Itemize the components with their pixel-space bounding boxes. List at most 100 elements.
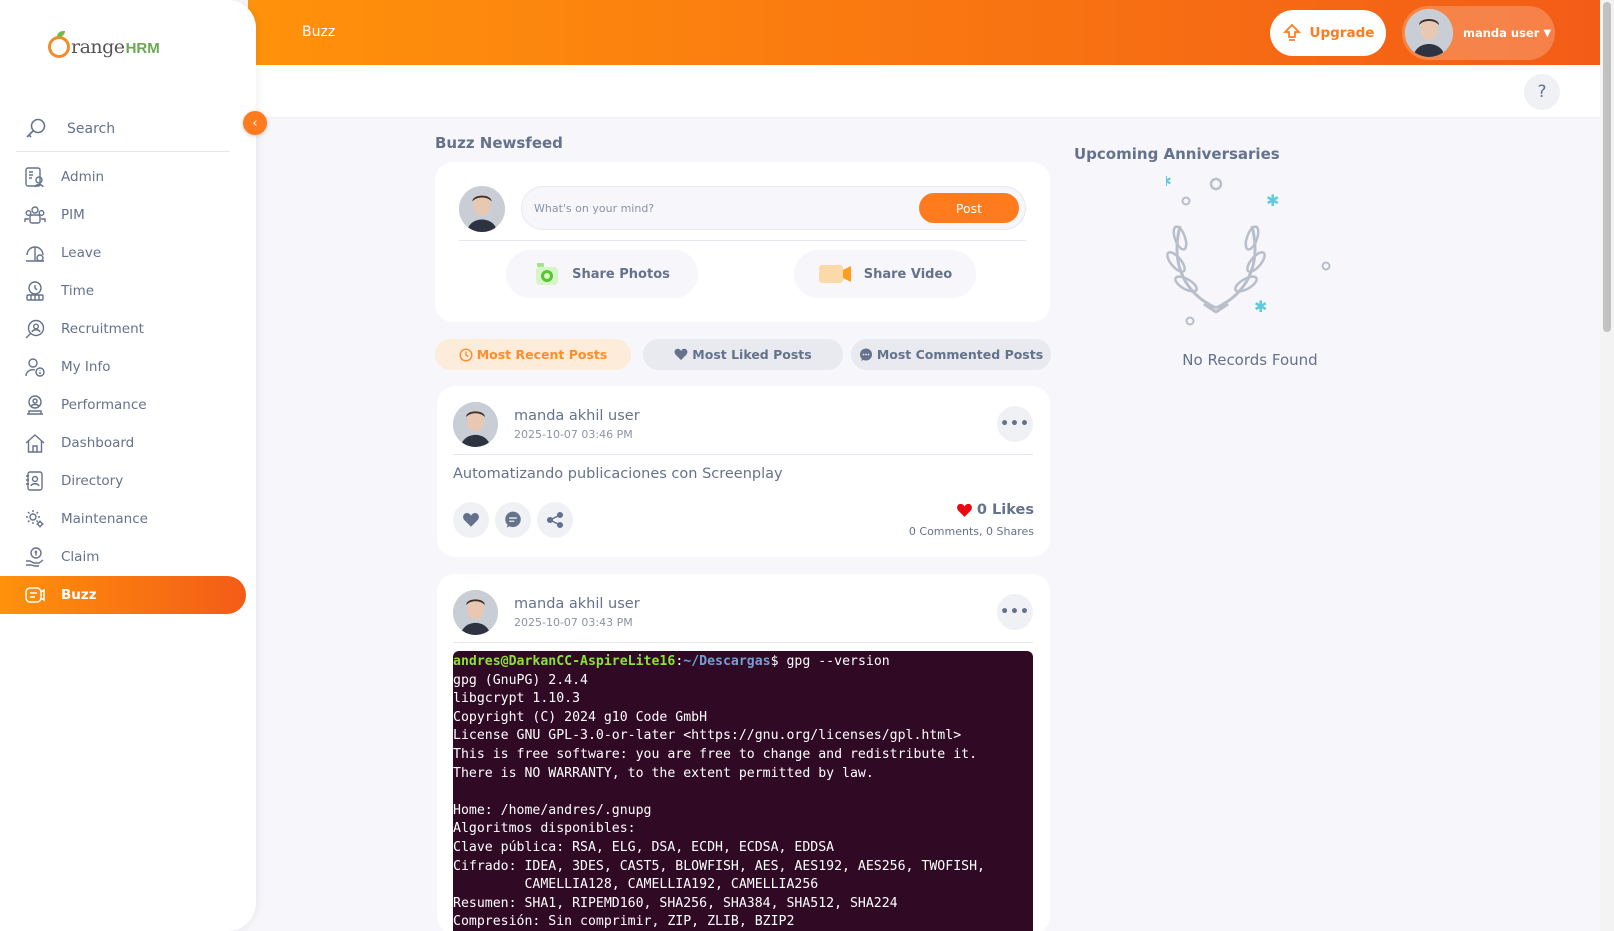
search-icon — [23, 116, 49, 142]
recruitment-icon — [23, 317, 47, 341]
tab-label: Most Commented Posts — [876, 347, 1044, 362]
post-composer: Post Share Photos Share Video — [435, 162, 1050, 322]
shares-count[interactable]: 0 Shares — [986, 525, 1034, 538]
svg-text:✱: ✱ — [1266, 191, 1279, 210]
sidebar-item-dashboard[interactable]: Dashboard — [0, 424, 246, 462]
heart-icon — [674, 348, 688, 361]
sidebar-item-label: Admin — [61, 169, 105, 185]
post-button[interactable]: Post — [919, 193, 1019, 223]
post-text-input[interactable] — [534, 187, 914, 229]
sidebar-item-label: Buzz — [61, 587, 97, 603]
svg-text:✱: ✱ — [1166, 176, 1172, 190]
sidebar-item-recruitment[interactable]: Recruitment — [0, 310, 246, 348]
user-dropdown[interactable]: manda user ▼ — [1402, 6, 1555, 60]
main-menu: Admin PIM Leave Time Recruitment My Info… — [0, 158, 246, 614]
laurel-wreath-illustration: ✱ ✱ ✱ ✱ — [1144, 174, 1334, 336]
sidebar-item-my-info[interactable]: My Info — [0, 348, 246, 386]
sidebar-search[interactable]: Search — [16, 106, 230, 152]
share-video-button[interactable]: Share Video — [794, 250, 976, 298]
upgrade-button[interactable]: Upgrade — [1270, 10, 1386, 56]
sidebar-item-label: Dashboard — [61, 435, 135, 451]
comment-icon — [504, 511, 522, 529]
sidebar-item-label: My Info — [61, 359, 111, 375]
sidebar-item-maintenance[interactable]: Maintenance — [0, 500, 246, 538]
post-card: manda akhil user 2025-10-07 03:43 PM •••… — [437, 574, 1050, 931]
share-video-label: Share Video — [863, 266, 953, 282]
performance-icon — [23, 393, 47, 417]
post-divider — [453, 642, 1033, 643]
claim-icon — [23, 545, 47, 569]
page-scrollbar[interactable] — [1600, 0, 1614, 931]
video-camera-icon — [818, 263, 852, 285]
post-card: manda akhil user 2025-10-07 03:46 PM •••… — [437, 386, 1050, 557]
leave-icon — [23, 241, 47, 265]
post-options-button[interactable]: ••• — [997, 594, 1033, 630]
sidebar-item-admin[interactable]: Admin — [0, 158, 246, 196]
composer-input-wrapper: Post — [521, 186, 1026, 230]
heart-filled-icon — [956, 503, 973, 518]
anniversaries-title: Upcoming Anniversaries — [1074, 145, 1280, 163]
sidebar-item-label: Time — [61, 283, 95, 299]
likes-count[interactable]: 0 Likes — [956, 502, 1034, 518]
pim-icon — [23, 203, 47, 227]
scrollbar-thumb[interactable] — [1603, 2, 1611, 332]
sidebar-item-label: Claim — [61, 549, 100, 565]
newsfeed-title: Buzz Newsfeed — [435, 134, 563, 152]
sidebar-item-label: PIM — [61, 207, 85, 223]
sidebar-item-label: Recruitment — [61, 321, 144, 337]
upgrade-label: Upgrade — [1309, 25, 1375, 41]
share-button[interactable] — [537, 502, 573, 538]
heart-icon — [462, 512, 480, 528]
tab-most-commented-posts[interactable]: Most Commented Posts — [851, 339, 1051, 370]
help-button[interactable]: ? — [1524, 74, 1560, 110]
sidebar-item-pim[interactable]: PIM — [0, 196, 246, 234]
user-avatar — [1405, 9, 1453, 57]
post-image-terminal-screenshot[interactable]: andres@DarkanCC-AspireLite16:~/Descargas… — [453, 651, 1033, 931]
user-name: manda user — [1463, 26, 1540, 40]
clock-icon — [459, 347, 473, 362]
sidebar-item-buzz[interactable]: Buzz — [0, 576, 246, 614]
sidebar-item-leave[interactable]: Leave — [0, 234, 246, 272]
like-button[interactable] — [453, 502, 489, 538]
tab-most-recent-posts[interactable]: Most Recent Posts — [435, 339, 631, 370]
maintenance-icon — [23, 507, 47, 531]
comment-button[interactable] — [495, 502, 531, 538]
upgrade-arrow-icon — [1282, 23, 1302, 43]
tab-most-liked-posts[interactable]: Most Liked Posts — [643, 339, 843, 370]
admin-icon — [23, 165, 47, 189]
search-label: Search — [67, 120, 116, 137]
post-author-name: manda akhil user — [514, 408, 640, 424]
directory-icon — [23, 469, 47, 493]
camera-icon — [534, 261, 560, 287]
sidebar-item-claim[interactable]: Claim — [0, 538, 246, 576]
likes-label: 0 Likes — [976, 502, 1034, 518]
sidebar-item-directory[interactable]: Directory — [0, 462, 246, 500]
tab-label: Most Recent Posts — [476, 347, 608, 362]
share-photos-button[interactable]: Share Photos — [506, 250, 698, 298]
orangehrm-logo[interactable]: range HRM — [48, 30, 160, 64]
post-options-button[interactable]: ••• — [997, 406, 1033, 442]
comments-count[interactable]: 0 Comments — [909, 525, 979, 538]
more-dots-icon: ••• — [1000, 416, 1030, 432]
chevron-left-icon: ‹ — [252, 115, 258, 131]
question-mark-icon: ? — [1537, 82, 1547, 102]
svg-text:✱: ✱ — [1254, 297, 1267, 316]
buzz-icon — [23, 583, 47, 607]
post-text: Automatizando publicaciones con Screenpl… — [453, 466, 783, 482]
share-photos-label: Share Photos — [572, 266, 670, 282]
sidebar-item-time[interactable]: Time — [0, 272, 246, 310]
composer-avatar — [459, 186, 505, 232]
sidebar-item-performance[interactable]: Performance — [0, 386, 246, 424]
sidebar-item-label: Leave — [61, 245, 102, 261]
my-info-icon — [23, 355, 47, 379]
sub-header — [248, 65, 1600, 117]
tab-label: Most Liked Posts — [692, 347, 812, 362]
post-author-avatar[interactable] — [453, 402, 498, 447]
terminal-prompt-user: andres@DarkanCC-AspireLite16 — [453, 654, 676, 669]
post-timestamp: 2025-10-07 03:46 PM — [514, 428, 633, 441]
sidebar-collapse-button[interactable]: ‹ — [243, 111, 267, 135]
time-icon — [23, 279, 47, 303]
orange-logo-icon — [48, 31, 70, 58]
post-author-avatar[interactable] — [453, 590, 498, 635]
sidebar-item-label: Performance — [61, 397, 147, 413]
